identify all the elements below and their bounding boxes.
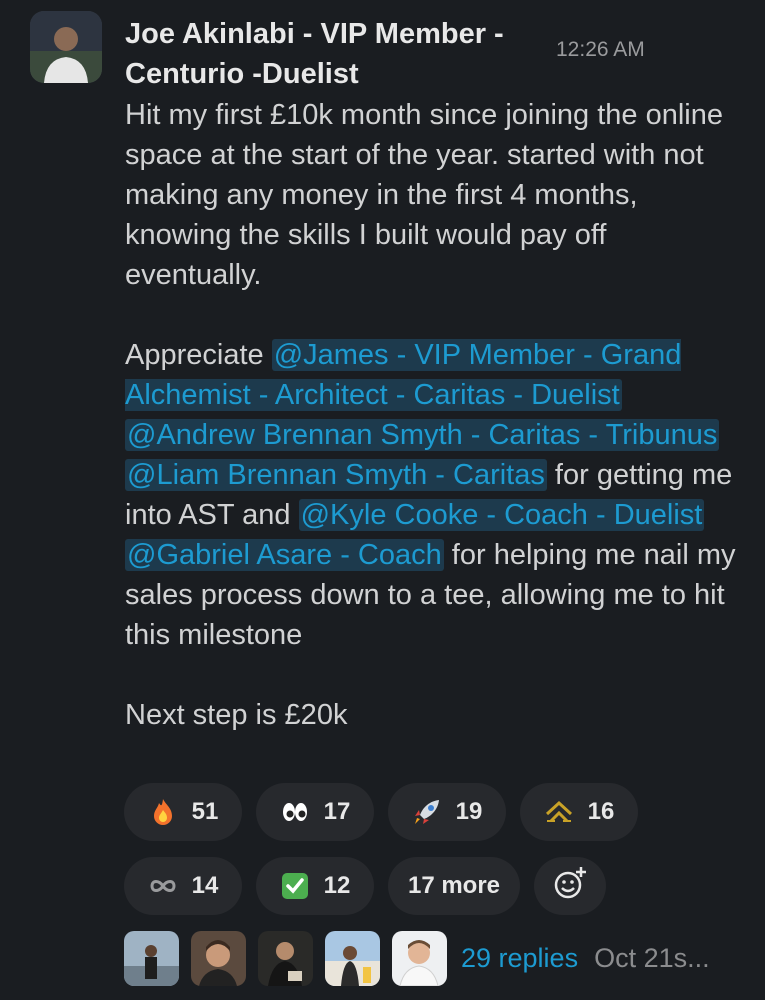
reaction-count: 14: [191, 872, 219, 899]
more-reactions-button[interactable]: 17 more: [388, 857, 520, 915]
reaction-check-mark[interactable]: 12: [256, 857, 374, 915]
replier-avatar: [258, 931, 313, 986]
author-avatar[interactable]: [30, 11, 102, 83]
user-mention[interactable]: @Liam Brennan Smyth - Caritas: [125, 459, 547, 491]
reaction-infinity[interactable]: 14: [124, 857, 242, 915]
add-reaction-icon: [552, 865, 588, 908]
user-mention[interactable]: @Andrew Brennan Smyth - Caritas - Tribun…: [125, 419, 720, 451]
reaction-count: 51: [191, 798, 219, 825]
reaction-rocket[interactable]: 19: [388, 783, 506, 841]
reaction-ast-logo[interactable]: 16: [520, 783, 638, 841]
replier-avatar: [191, 931, 246, 986]
thread-replies[interactable]: 29 replies Oct 21s...: [124, 931, 710, 986]
message-paragraph: Appreciate @James - VIP Member - Grand A…: [125, 335, 745, 655]
message-timestamp[interactable]: 12:26 AM: [556, 38, 645, 62]
reaction-fire[interactable]: 51: [124, 783, 242, 841]
add-reaction-button[interactable]: [534, 857, 606, 915]
message-paragraph: Hit my first £10k month since joining th…: [125, 99, 724, 291]
message-paragraph: Next step is £20k: [125, 699, 348, 731]
fire-emoji-icon: [148, 797, 178, 827]
replies-count-link[interactable]: 29 replies: [461, 943, 578, 974]
reaction-count: 17: [323, 798, 351, 825]
reaction-eyes[interactable]: 17: [256, 783, 374, 841]
rocket-emoji-icon: [412, 797, 442, 827]
reaction-count: 12: [323, 872, 351, 899]
user-mention[interactable]: @Gabriel Asare - Coach: [125, 539, 444, 571]
replier-avatar: [392, 931, 447, 986]
infinity-emoji-icon: [148, 871, 178, 901]
check-mark-emoji-icon: [280, 871, 310, 901]
user-mention[interactable]: @Kyle Cooke - Coach - Duelist: [298, 499, 705, 531]
ast-logo-emoji-icon: [544, 797, 574, 827]
replier-avatar: [124, 931, 179, 986]
last-reply-date: Oct 21s...: [594, 943, 710, 973]
reactions-bar: 51 17 19 16 14 12 17 more: [124, 783, 764, 931]
replier-avatar: [325, 931, 380, 986]
message-body: Hit my first £10k month since joining th…: [125, 95, 745, 735]
reaction-count: 16: [587, 798, 615, 825]
reaction-count: 19: [455, 798, 483, 825]
message-text: Appreciate: [125, 339, 272, 371]
author-name[interactable]: Joe Akinlabi - VIP Member - Centurio -Du…: [125, 14, 555, 94]
eyes-emoji-icon: [280, 797, 310, 827]
